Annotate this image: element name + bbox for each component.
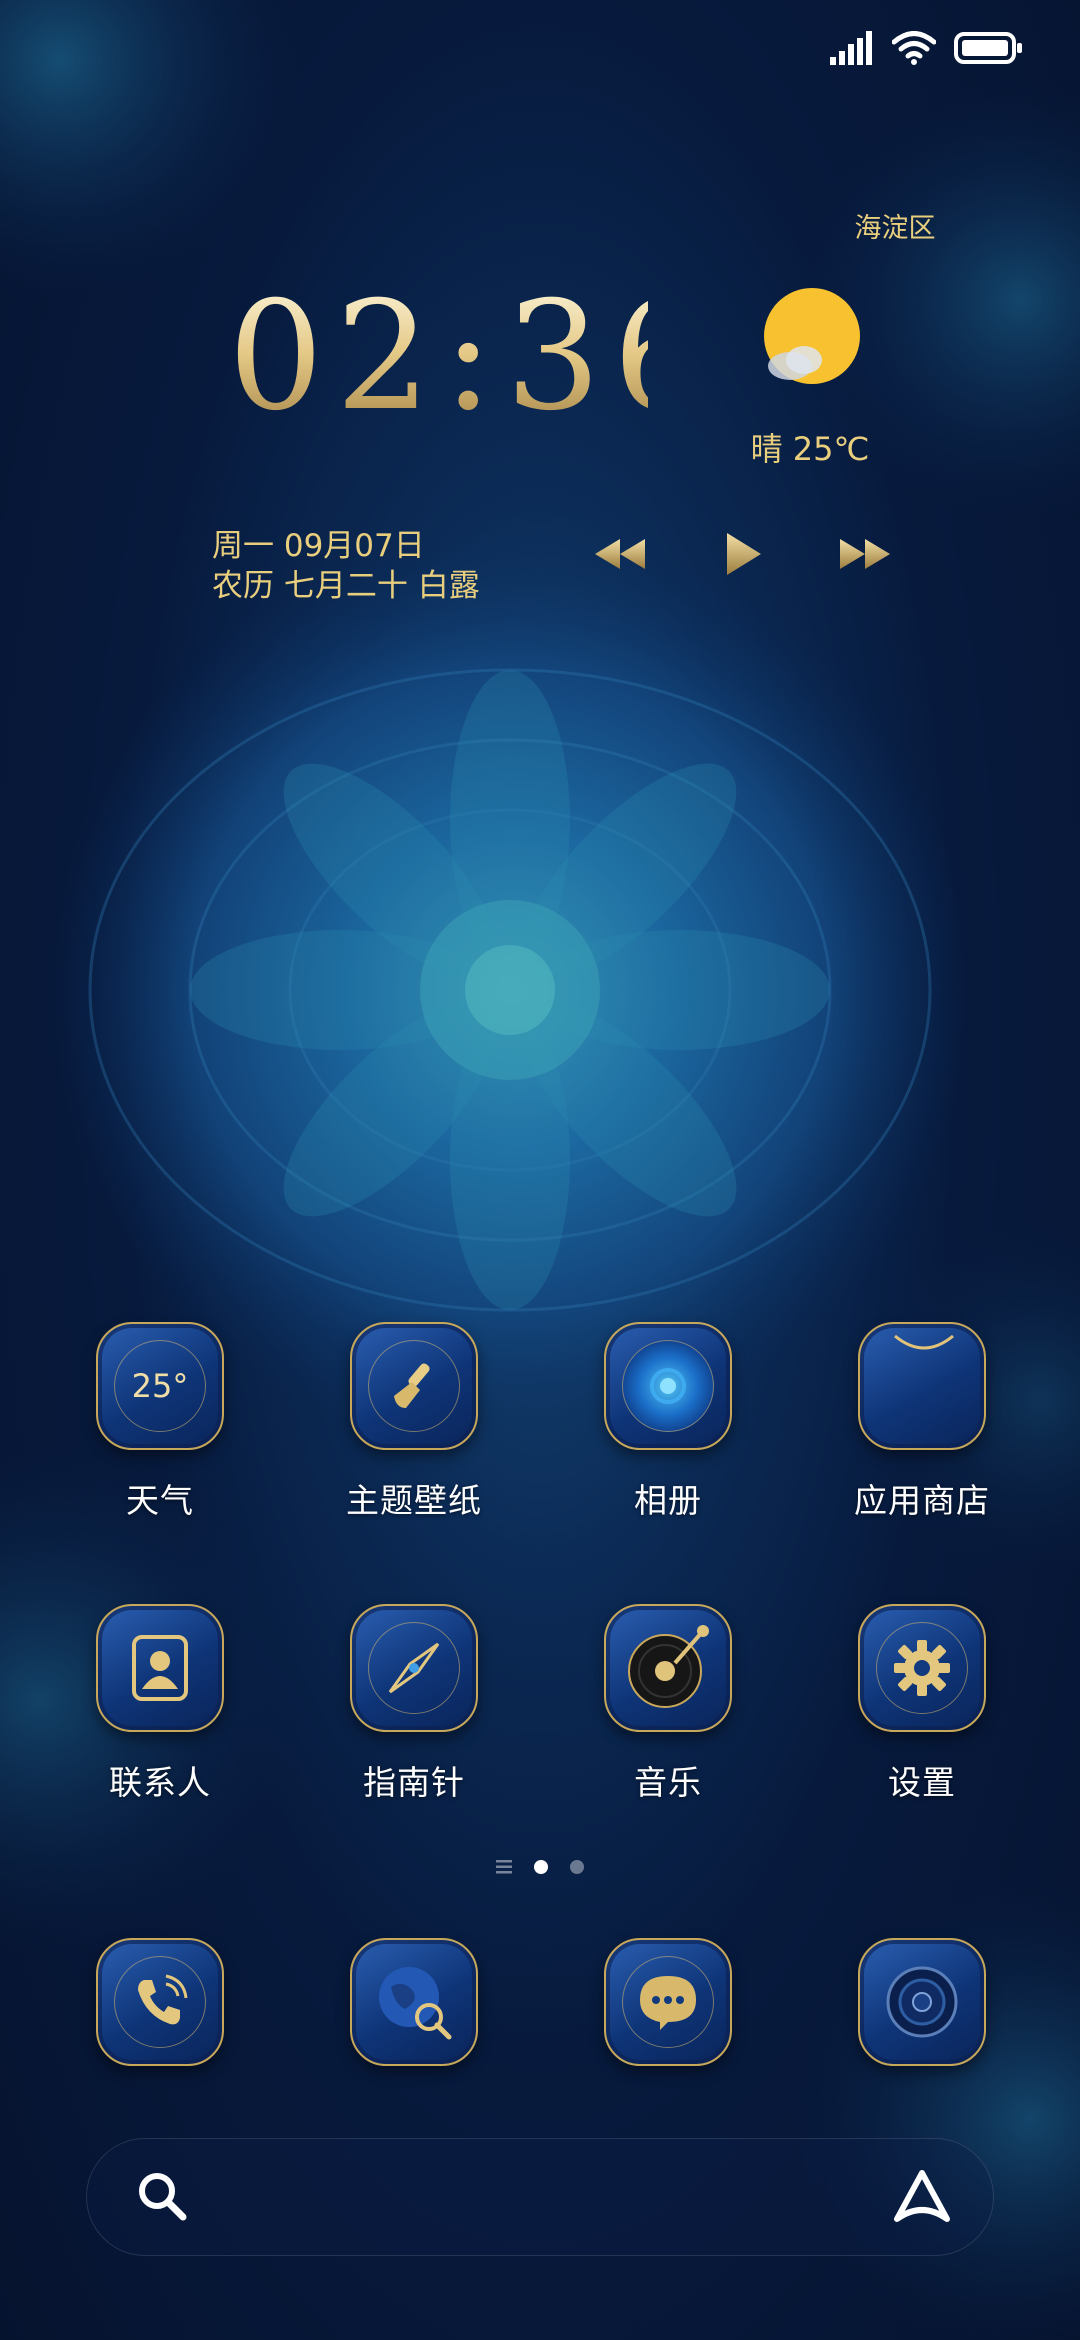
page-indicator[interactable] (0, 1856, 1080, 1878)
clock-time[interactable]: 02:36 (228, 282, 708, 432)
cellular-signal-icon (830, 31, 872, 65)
search-icon[interactable] (135, 2169, 191, 2225)
app-themes[interactable]: 主题壁纸 (314, 1322, 514, 1522)
dock-browser[interactable] (314, 1938, 514, 2066)
gallery-icon (604, 1322, 732, 1450)
previous-track-button[interactable] (590, 528, 650, 580)
assistant-icon[interactable] (891, 2167, 953, 2227)
app-label: 主题壁纸 (346, 1481, 482, 1520)
brush-icon (350, 1322, 478, 1450)
dock-messages[interactable] (568, 1938, 768, 2066)
weather-icon: 25° (96, 1322, 224, 1450)
weather-icon-temp: 25° (131, 1367, 189, 1405)
date-label: 周一 09月07日 (212, 528, 425, 564)
browser-icon (350, 1938, 478, 2066)
lunar-date-label: 农历 七月二十 白露 (212, 568, 480, 604)
battery-icon (954, 32, 1022, 64)
camera-icon (858, 1938, 986, 2066)
app-label: 天气 (126, 1481, 194, 1520)
play-icon (727, 533, 761, 575)
shopping-bag-icon (858, 1322, 986, 1450)
messages-icon (604, 1938, 732, 2066)
dock-camera[interactable] (822, 1938, 1022, 2066)
contact-icon (96, 1604, 224, 1732)
page-dot-active[interactable] (534, 1860, 548, 1874)
app-compass[interactable]: 指南针 (314, 1604, 514, 1804)
sun-cloud-icon[interactable] (760, 288, 860, 388)
app-label: 应用商店 (854, 1481, 990, 1520)
music-controls (590, 528, 900, 580)
weather-summary[interactable]: 晴 25℃ (740, 424, 880, 470)
page-dot[interactable] (570, 1860, 584, 1874)
phone-icon (96, 1938, 224, 2066)
next-track-button[interactable] (835, 528, 895, 580)
vinyl-record-icon (604, 1604, 732, 1732)
app-label: 音乐 (634, 1763, 702, 1802)
gear-icon (858, 1604, 986, 1732)
rewind-icon (595, 539, 645, 569)
app-contacts[interactable]: 联系人 (60, 1604, 260, 1804)
dock-phone[interactable] (60, 1938, 260, 2066)
app-music[interactable]: 音乐 (568, 1604, 768, 1804)
app-weather[interactable]: 25° 天气 (60, 1322, 260, 1522)
status-bar (830, 24, 1024, 72)
app-label: 指南针 (363, 1763, 465, 1802)
wifi-icon (892, 31, 936, 65)
app-settings[interactable]: 设置 (822, 1604, 1022, 1804)
fast-forward-icon (840, 539, 890, 569)
search-bar[interactable] (86, 2138, 994, 2256)
app-label: 设置 (888, 1763, 956, 1802)
menu-lines-icon (496, 1860, 512, 1874)
app-store[interactable]: 应用商店 (822, 1322, 1022, 1522)
app-label: 相册 (634, 1481, 702, 1520)
location-label[interactable]: 海淀区 (830, 206, 960, 245)
app-label: 联系人 (109, 1763, 211, 1802)
play-button[interactable] (718, 528, 768, 580)
compass-icon (350, 1604, 478, 1732)
app-gallery[interactable]: 相册 (568, 1322, 768, 1522)
